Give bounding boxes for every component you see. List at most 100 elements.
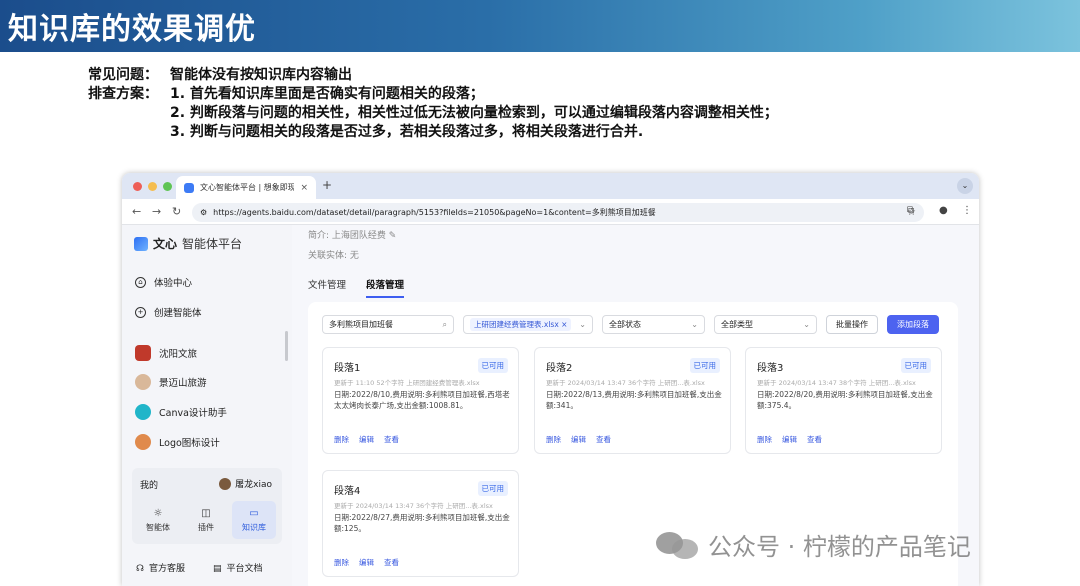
paragraph-card[interactable]: 段落1 已可用 更新于 11:10 52个字符 上研团建经费管理表.xlsx 日… xyxy=(322,347,519,454)
search-icon[interactable]: ⌕ xyxy=(443,320,447,330)
paragraph-card[interactable]: 段落3 已可用 更新于 2024/03/14 13:47 38个字符 上研团..… xyxy=(745,347,942,454)
sparkle-icon: ☼ xyxy=(153,507,163,519)
view-link[interactable]: 查看 xyxy=(384,434,399,445)
file-chip: 上研团建经费管理表.xlsx × xyxy=(470,318,572,331)
troubleshooting-notes: 常见问题： 智能体没有按知识库内容输出 排查方案： 1. 首先看知识库里面是否确… xyxy=(88,66,778,142)
brand[interactable]: 文心 智能体平台 xyxy=(134,235,242,252)
card-meta: 更新于 11:10 52个字符 上研团建经费管理表.xlsx xyxy=(334,379,480,387)
tab-title: 文心智能体平台 | 想象即现实 xyxy=(200,183,295,192)
card-title: 段落1 xyxy=(334,363,361,374)
chip-close-icon[interactable]: × xyxy=(561,320,567,329)
url-text: https://agents.baidu.com/dataset/detail/… xyxy=(213,208,656,217)
favicon-icon xyxy=(184,182,194,193)
agent-avatar-icon xyxy=(135,374,151,390)
profile-icon[interactable]: ● xyxy=(939,205,948,216)
tab-close-icon[interactable]: × xyxy=(300,183,308,193)
problem-text: 智能体没有按知识库内容输出 xyxy=(170,67,352,83)
brand-rest: 智能体平台 xyxy=(182,237,243,251)
agent-avatar-icon xyxy=(135,434,151,450)
tab-paragraph-management[interactable]: 段落管理 xyxy=(366,277,405,298)
watermark: 公众号 · 柠檬的产品笔记 xyxy=(656,527,971,562)
sidebar-item-experience[interactable]: ⌂ 体验中心 xyxy=(135,275,192,289)
my-knowledge-base-button[interactable]: ▭ 知识库 xyxy=(232,501,276,539)
tab-file-management[interactable]: 文件管理 xyxy=(308,277,346,298)
card-body: 日期:2022/8/27,费用说明:多利熊项目加班餐,支出金额:125。 xyxy=(334,513,510,533)
slide-title: 知识库的效果调优 xyxy=(8,12,256,47)
paragraph-card[interactable]: 段落4 已可用 更新于 2024/03/14 13:47 36个字符 上研团..… xyxy=(322,470,519,577)
headset-icon: ☊ xyxy=(136,564,144,574)
type-select[interactable]: 全部类型 ⌄ xyxy=(714,315,817,334)
agent-avatar-icon xyxy=(135,345,151,361)
sidebar-item-create[interactable]: + 创建智能体 xyxy=(135,305,202,319)
my-label: 我的 xyxy=(140,481,159,491)
solution-step-3: 3. 判断与问题相关的段落是否过多，若相关段落过多，将相关段落进行合并. xyxy=(170,124,644,140)
brand-logo-icon xyxy=(134,236,148,251)
add-paragraph-button[interactable]: 添加段落 xyxy=(887,315,939,334)
status-badge: 已可用 xyxy=(477,481,508,496)
card-body: 日期:2022/8/20,费用说明:多利熊项目加班餐,支出金额:375.4。 xyxy=(757,390,933,410)
view-link[interactable]: 查看 xyxy=(596,434,611,445)
delete-link[interactable]: 删除 xyxy=(757,434,772,445)
forward-icon[interactable]: → xyxy=(152,205,161,218)
plus-circle-icon: + xyxy=(135,306,146,318)
card-body: 日期:2022/8/13,费用说明:多利熊项目加班餐,支出金额:341。 xyxy=(546,390,722,410)
minimize-window-button[interactable] xyxy=(148,182,157,191)
edit-link[interactable]: 编辑 xyxy=(359,434,374,445)
file-select[interactable]: 上研团建经费管理表.xlsx × ⌄ xyxy=(463,315,593,334)
delete-link[interactable]: 删除 xyxy=(546,434,561,445)
sidebar-agent-shenyang[interactable]: 沈阳文旅 xyxy=(135,345,197,361)
my-agents-button[interactable]: ☼ 智能体 xyxy=(136,501,180,539)
edit-link[interactable]: 编辑 xyxy=(571,434,586,445)
reload-icon[interactable]: ↻ xyxy=(172,205,181,218)
edit-intro-icon[interactable]: ✎ xyxy=(389,231,397,241)
avatar xyxy=(219,477,232,490)
extensions-icon[interactable]: ⧉ xyxy=(907,205,914,216)
maximize-window-button[interactable] xyxy=(163,182,172,191)
brand-bold: 文心 xyxy=(153,237,178,251)
delete-link[interactable]: 删除 xyxy=(334,434,349,445)
search-input[interactable]: 多利熊项目加班餐 ⌕ xyxy=(322,315,454,334)
user-name: 屠龙xiao xyxy=(235,480,272,490)
edit-link[interactable]: 编辑 xyxy=(782,434,797,445)
card-meta: 更新于 2024/03/14 13:47 36个字符 上研团...表.xlsx xyxy=(334,502,493,510)
browser-window: 文心智能体平台 | 想象即现实 × + ⌄ ← → ↻ ⚙ https://ag… xyxy=(122,173,979,586)
delete-link[interactable]: 删除 xyxy=(334,557,349,568)
tab-bar: 文心智能体平台 | 想象即现实 × + ⌄ xyxy=(122,173,979,199)
address-bar[interactable]: ⚙ https://agents.baidu.com/dataset/detai… xyxy=(192,203,924,222)
problem-label: 常见问题： xyxy=(88,67,158,83)
my-panel: 我的 屠龙xiao ☼ 智能体 ◫ 插件 ▭ 知识库 xyxy=(132,468,282,544)
browser-tab[interactable]: 文心智能体平台 | 想象即现实 × xyxy=(176,176,316,199)
status-badge: 已可用 xyxy=(689,358,720,373)
chevron-down-icon: ⌄ xyxy=(691,320,698,329)
new-tab-icon[interactable]: + xyxy=(322,178,332,192)
view-link[interactable]: 查看 xyxy=(807,434,822,445)
docs-link[interactable]: ▤ 平台文档 xyxy=(213,561,263,574)
site-settings-icon[interactable]: ⚙ xyxy=(200,208,207,217)
close-window-button[interactable] xyxy=(133,182,142,191)
sidebar-agent-logo[interactable]: Logo图标设计 xyxy=(135,434,220,450)
sidebar-scrollbar[interactable] xyxy=(285,331,288,361)
card-title: 段落3 xyxy=(757,363,784,374)
sidebar-agent-jingmai[interactable]: 景迈山旅游 xyxy=(135,374,207,390)
card-title: 段落4 xyxy=(334,486,361,497)
user-profile[interactable]: 屠龙xiao xyxy=(219,477,272,490)
tab-search-icon[interactable]: ⌄ xyxy=(957,178,973,194)
card-body: 日期:2022/8/10,费用说明:多利熊项目加班餐,西塔老太太烤肉长泰广场,支… xyxy=(334,390,510,410)
back-icon[interactable]: ← xyxy=(132,205,141,218)
card-title: 段落2 xyxy=(546,363,573,374)
edit-link[interactable]: 编辑 xyxy=(359,557,374,568)
view-link[interactable]: 查看 xyxy=(384,557,399,568)
sidebar: 文心 智能体平台 ⌂ 体验中心 + 创建智能体 沈阳文旅 景迈山旅游 Canva设 xyxy=(122,225,292,586)
batch-operation-button[interactable]: 批量操作 xyxy=(826,315,878,334)
wechat-icon xyxy=(656,530,700,560)
my-plugins-button[interactable]: ◫ 插件 xyxy=(184,501,228,539)
solution-step-2: 2. 判断段落与问题的相关性，相关性过低无法被向量检索到，可以通过编辑段落内容调… xyxy=(170,105,778,121)
status-badge: 已可用 xyxy=(477,358,508,373)
watermark-text: 公众号 · 柠檬的产品笔记 xyxy=(708,533,971,561)
status-select[interactable]: 全部状态 ⌄ xyxy=(602,315,705,334)
customer-service-link[interactable]: ☊ 官方客服 xyxy=(136,561,185,574)
paragraph-card[interactable]: 段落2 已可用 更新于 2024/03/14 13:47 36个字符 上研团..… xyxy=(534,347,731,454)
solution-step-1: 1. 首先看知识库里面是否确实有问题相关的段落； xyxy=(170,86,484,102)
browser-menu-icon[interactable]: ⋮ xyxy=(962,205,972,216)
sidebar-agent-canva[interactable]: Canva设计助手 xyxy=(135,404,227,420)
